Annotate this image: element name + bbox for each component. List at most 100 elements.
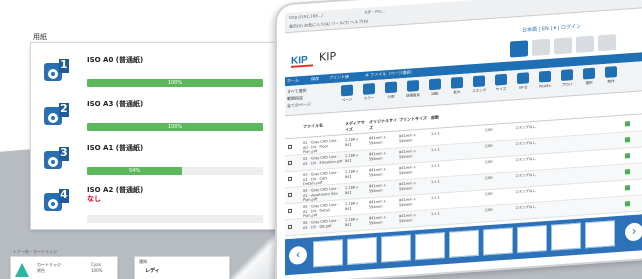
cell-type: CAD [485, 159, 493, 165]
row-status-icon[interactable] [625, 185, 630, 191]
cartridge-title: トナー缶・カートリッジ [13, 249, 57, 254]
cell-media: 1,189 x 841 [345, 169, 359, 179]
cell-type: CAD [485, 191, 493, 197]
row-status-icon[interactable] [625, 201, 630, 207]
tray-1-bar: 100% [87, 79, 263, 87]
tab-home[interactable]: ホーム [287, 77, 299, 84]
page-thumbnail[interactable] [415, 232, 445, 261]
copy-icon[interactable] [576, 35, 594, 53]
cell-copies: 1 x 1 [431, 147, 440, 153]
page-thumbnail[interactable] [585, 220, 615, 249]
cell-type: CAD [485, 127, 493, 133]
col-copies[interactable]: 部数 [431, 115, 439, 122]
cell-media: 1,189 x 841 [345, 201, 359, 211]
home-icon[interactable] [510, 40, 528, 58]
page-thumbnail[interactable] [449, 229, 479, 258]
row-status-icon[interactable] [625, 137, 630, 143]
cell-stamp: スタンプなし [515, 188, 536, 195]
notice-status: レディ [145, 268, 160, 274]
cell-media: 1,189 x 841 [345, 185, 359, 195]
col-media[interactable]: メディアサイズ [345, 120, 365, 133]
next-arrow-icon[interactable]: › [625, 222, 642, 242]
tab-save[interactable]: 保存 [311, 76, 319, 83]
cell-stamp: スタンプなし [515, 204, 536, 211]
settings-icon[interactable] [598, 34, 616, 52]
cell-print: 841mm x 594mm [399, 213, 416, 223]
page-thumbnail[interactable] [313, 239, 343, 268]
cartridge-sub: 黒色 [37, 268, 45, 273]
toolbar-vpq[interactable]: VP-Q [513, 72, 533, 90]
toolbar-create[interactable]: 制作 [601, 66, 621, 85]
toolbar-detail[interactable]: 詳細設定 [403, 79, 423, 99]
laptop-screen: http://192.168.../ KIP - Pro... 表示(V) お気… [275, 0, 642, 279]
tray-3-bar: 54% [87, 167, 263, 175]
page-thumbnail[interactable] [381, 234, 411, 263]
toolbar-select[interactable]: 選択 [579, 67, 599, 86]
toolbar-size[interactable]: サイズ [491, 73, 511, 92]
cell-type: CAD [485, 143, 493, 149]
cell-type: CAD [485, 175, 493, 181]
address-bar[interactable]: http://192.168.../ [289, 13, 323, 20]
toolbar-page[interactable]: ページ [337, 84, 357, 103]
col-original[interactable]: オリジナルサイズ [369, 117, 399, 131]
tray-1-name: ISO A0 (普通紙) [87, 56, 144, 64]
cartridge-cyan: Cyan [91, 262, 102, 267]
row-checkbox[interactable] [288, 192, 292, 198]
cell-orig: 841mm x 594mm [369, 151, 386, 161]
col-filename[interactable]: ファイル名 [303, 123, 323, 130]
prev-arrow-icon[interactable]: ‹ [289, 245, 307, 266]
all-pages-link[interactable]: 全てのページ [287, 101, 311, 109]
kip-logo-icon: KIP [291, 51, 313, 69]
cell-print: 841mm x 594mm [399, 133, 416, 143]
page-thumbnail[interactable] [517, 224, 547, 254]
tray-4-bar [87, 215, 263, 223]
row-status-icon[interactable] [625, 169, 630, 175]
toner-icon [15, 263, 29, 277]
toolbar-color[interactable]: カラー [359, 83, 379, 102]
toolbar-postex[interactable]: PostEx [535, 70, 555, 89]
cell-media: 1,189 x 841 [345, 217, 359, 227]
language-links[interactable]: 日本語 | EN | ▾ | ログイン [522, 23, 581, 34]
app-title: KIP [319, 49, 337, 64]
toolbar-stamp[interactable]: スタンプ [469, 75, 489, 94]
paper-panel-title: 用紙 [33, 33, 47, 41]
cell-copies: 1 x 1 [431, 211, 440, 217]
row-checkbox[interactable] [288, 224, 292, 230]
row-checkbox[interactable] [288, 208, 292, 214]
page-thumbnail[interactable] [347, 236, 377, 265]
tray-3-name: ISO A1 (普通紙) [87, 144, 144, 152]
row-status-icon[interactable] [625, 121, 630, 127]
toolbar-zoom[interactable]: 拡大 [447, 76, 467, 96]
print-icon[interactable] [532, 38, 550, 57]
tab-print[interactable]: プリント後 [329, 74, 349, 81]
tray-1: ISO A0 (普通紙) 100% [41, 55, 271, 95]
tray-2-name: ISO A3 (普通紙) [87, 100, 144, 108]
scan-icon[interactable] [554, 37, 572, 55]
range-link[interactable]: 範囲指定 [287, 95, 303, 102]
row-checkbox[interactable] [288, 176, 292, 182]
row-checkbox[interactable] [288, 160, 292, 166]
cartridge-cyan-pct: 100% [91, 268, 103, 273]
tray-1-fill: 100% [87, 79, 263, 87]
cell-copies: 1 x 1 [431, 163, 440, 169]
browser-tab[interactable]: KIP - Pro... [365, 8, 385, 14]
cell-orig: 841mm x 594mm [369, 167, 386, 177]
page-thumbnail[interactable] [551, 222, 581, 251]
cell-copies: 1 x 1 [431, 179, 440, 185]
tray-4: ISO A2 (普通紙) なし [41, 185, 271, 225]
tray-4-warning: なし [87, 195, 101, 203]
cell-copies: 1 x 1 [431, 195, 440, 201]
notice-title: 通知 [139, 259, 147, 264]
col-print[interactable]: プリントサイズ [399, 115, 427, 123]
toolbar-split[interactable]: 分割 [381, 81, 401, 100]
toolbar-props[interactable]: プロパ [557, 69, 577, 88]
browser-menu[interactable]: 表示(V) お気に入り(A) ツール(T) ヘルプ(H) [289, 18, 368, 30]
select-all-link[interactable]: すべて選択 [287, 88, 307, 95]
tray-2-number: 2 [60, 102, 68, 115]
page-thumbnail[interactable] [483, 227, 513, 256]
row-status-icon[interactable] [625, 153, 630, 159]
toolbar-rotate[interactable]: 回転 [425, 78, 445, 97]
row-checkbox[interactable] [288, 144, 292, 150]
cartridge-card: トナー缶・カートリッジ カートリッジ 黒色 Cyan 100% [10, 249, 118, 279]
cell-media: 1,189 x 841 [345, 137, 359, 147]
